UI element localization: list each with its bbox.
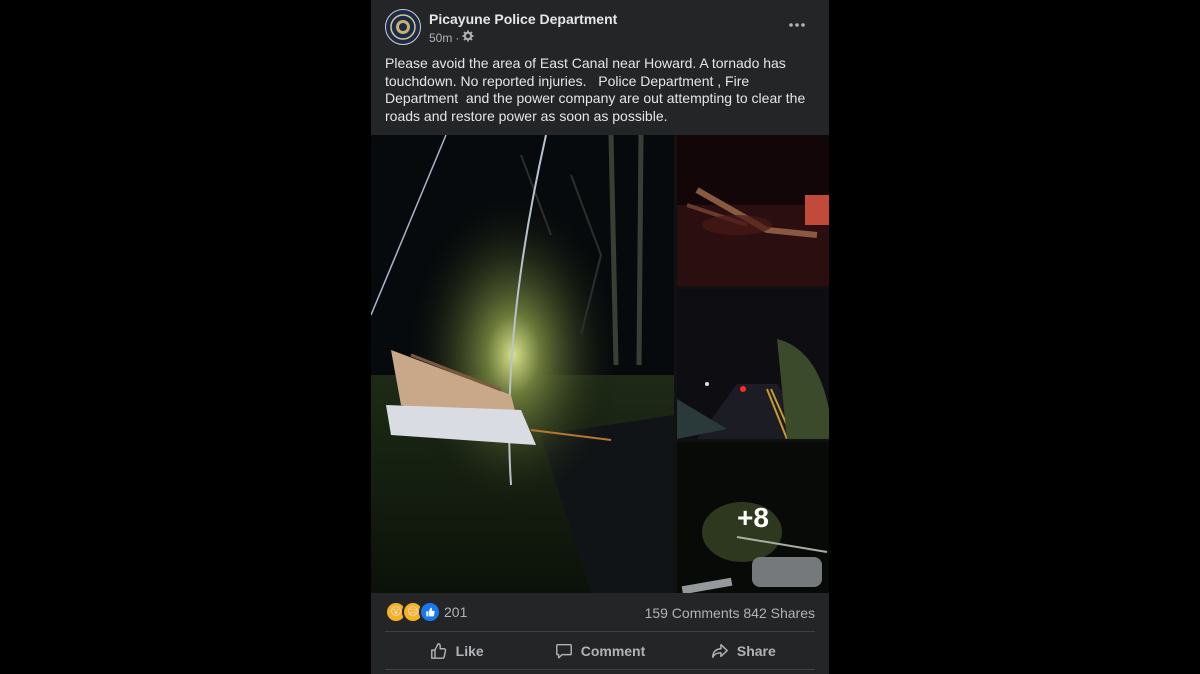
reaction-count[interactable]: 201 [444,604,467,620]
more-photos-count[interactable]: +8 [677,442,829,593]
post-text: Please avoid the area of East Canal near… [385,55,810,124]
divider [385,631,815,632]
comment-label: Comment [580,643,646,659]
more-options-icon [789,23,805,27]
like-button[interactable]: Like [385,634,528,668]
reaction-icons[interactable]: 😮 😥 [385,601,441,623]
share-icon [711,643,728,659]
shares-count[interactable]: 842 Shares [743,605,815,621]
comment-button[interactable]: Comment [528,634,671,668]
post-meta: 50m · [429,30,474,45]
more-options-button[interactable] [783,13,811,37]
like-reaction-icon [419,601,441,623]
photo-4[interactable]: +8 [677,442,829,593]
photo-2[interactable] [677,135,829,286]
photo-main[interactable] [371,135,674,593]
engagement-counts: 159 Comments 842 Shares [645,605,815,621]
action-bar: Like Comment Share [385,634,815,668]
photo-grid: +8 [371,135,829,593]
comments-count[interactable]: 159 Comments [645,605,740,621]
post-stats: 😮 😥 201 159 Comments 842 Shares [385,600,815,624]
thumbs-up-icon [430,643,446,659]
page-avatar[interactable] [385,9,421,45]
like-label: Like [455,643,484,659]
facebook-post-card: Picayune Police Department 50m · Please … [371,0,829,674]
share-button[interactable]: Share [672,634,815,668]
post-timestamp[interactable]: 50m [429,31,452,45]
share-label: Share [736,643,776,659]
police-seal-icon [387,11,419,43]
page-name-link[interactable]: Picayune Police Department [429,11,617,27]
photo-3[interactable] [677,289,829,439]
gear-icon [462,30,474,45]
post-header: Picayune Police Department 50m · [371,0,829,54]
comment-icon [555,643,572,659]
meta-separator: · [455,30,460,45]
divider [385,669,815,670]
